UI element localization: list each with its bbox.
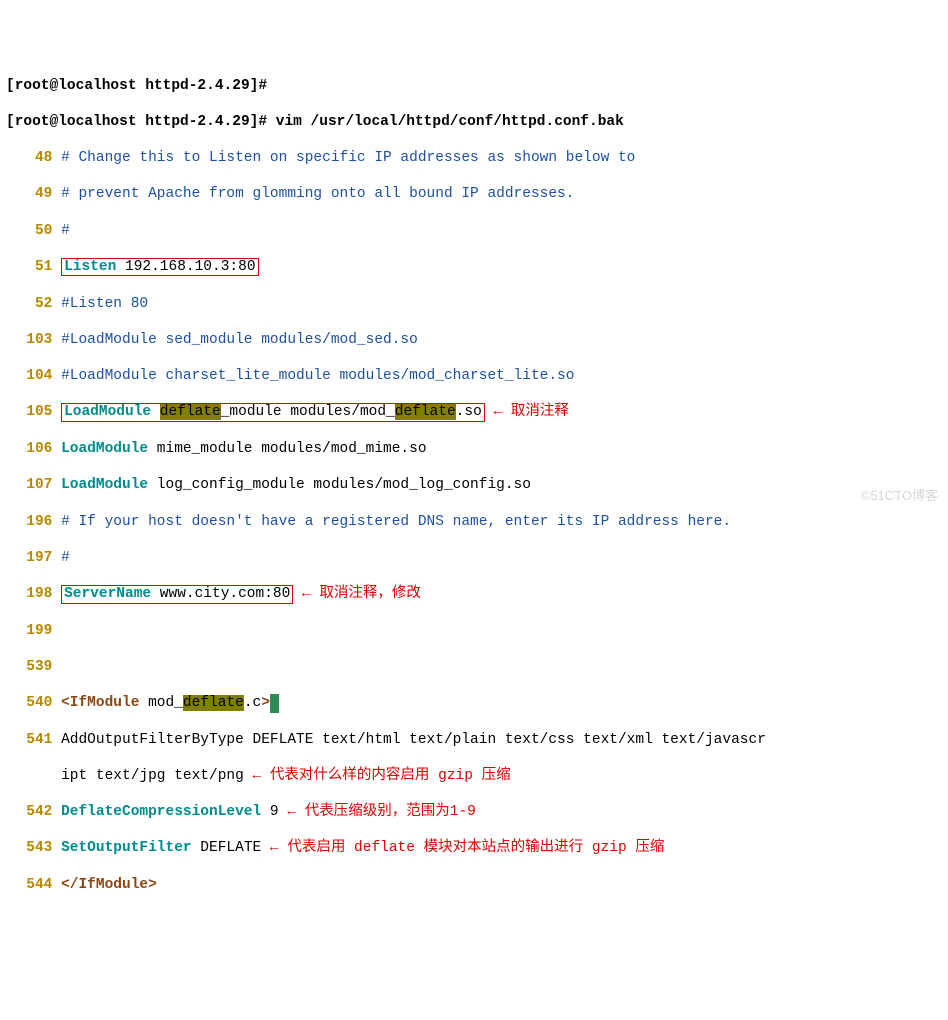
annotation-text: 代表压缩级别，范围为1-9 xyxy=(305,804,476,820)
comment-text: # If your host doesn't have a registered… xyxy=(61,514,731,530)
arrow-icon: ← xyxy=(279,804,305,820)
lineno: 199 xyxy=(6,622,52,640)
servername-value: www.city.com:80 xyxy=(151,586,290,602)
module-args: log_config_module modules/mod_log_config… xyxy=(148,477,531,493)
lineno: 540 xyxy=(6,694,52,712)
lineno: 105 xyxy=(6,403,52,421)
line-541: 541 AddOutputFilterByType DEFLATE text/ht… xyxy=(6,731,942,749)
directive-listen: Listen xyxy=(64,259,116,275)
line-543: 543 SetOutputFilter DEFLATE ← 代表启用 deflat… xyxy=(6,839,942,857)
directive-loadmodule: LoadModule xyxy=(61,441,148,457)
lineno: 541 xyxy=(6,731,52,749)
directive-loadmodule: LoadModule xyxy=(64,404,151,420)
cursor-icon xyxy=(270,694,279,712)
annotation-text: 代表对什么样的内容启用 gzip 压缩 xyxy=(270,768,511,784)
comment-text: #LoadModule charset_lite_module modules/… xyxy=(61,368,574,384)
value: 9 xyxy=(261,804,278,820)
annotation-text: 取消注释，修改 xyxy=(319,586,421,602)
module-args: mime_module modules/mod_mime.so xyxy=(148,441,426,457)
watermark: ©51CTO博客 xyxy=(861,488,938,504)
search-highlight: deflate xyxy=(160,404,221,420)
ifmodule-close-tag: </IfModule> xyxy=(61,877,157,893)
ifmodule-open-tag: <IfModule xyxy=(61,695,139,711)
line-539: 539 xyxy=(6,658,942,676)
highlight-box-loadmodule-deflate: LoadModule deflate_module modules/mod_de… xyxy=(61,403,485,422)
comment-text: # Change this to Listen on specific IP a… xyxy=(61,150,635,166)
listen-value: 192.168.10.3:80 xyxy=(116,259,255,275)
line-106: 106 LoadModule mime_module modules/mod_mi… xyxy=(6,440,942,458)
lineno: 542 xyxy=(6,803,52,821)
line-48: 48 # Change this to Listen on specific IP… xyxy=(6,149,942,167)
lineno: 107 xyxy=(6,476,52,494)
comment-text: #LoadModule sed_module modules/mod_sed.s… xyxy=(61,332,418,348)
lineno: 49 xyxy=(6,185,52,203)
lineno: 51 xyxy=(6,258,52,276)
shell-prompt-1: [root@localhost httpd-2.4.29]# xyxy=(6,77,942,95)
arrow-icon: ← xyxy=(293,586,319,602)
line-49: 49 # prevent Apache from glomming onto al… xyxy=(6,185,942,203)
line-540: 540<IfModule mod_deflate.c> xyxy=(6,694,942,712)
lineno: 48 xyxy=(6,149,52,167)
lineno: 52 xyxy=(6,295,52,313)
comment-text: # prevent Apache from glomming onto all … xyxy=(61,186,574,202)
search-highlight: deflate xyxy=(395,404,456,420)
annotation-text: 取消注释 xyxy=(511,404,569,420)
line-542: 542 DeflateCompressionLevel 9 ← 代表压缩级别，范围… xyxy=(6,803,942,821)
lineno: 539 xyxy=(6,658,52,676)
lineno: 544 xyxy=(6,876,52,894)
lineno: 196 xyxy=(6,513,52,531)
directive-servername: ServerName xyxy=(64,586,151,602)
highlight-box-listen: Listen 192.168.10.3:80 xyxy=(61,258,258,277)
lineno: 103 xyxy=(6,331,52,349)
line-544: 544 </IfModule> xyxy=(6,876,942,894)
line-107: 107 LoadModule log_config_module modules/… xyxy=(6,476,942,494)
line-50: 50 # xyxy=(6,222,942,240)
comment-text: #Listen 80 xyxy=(61,296,148,312)
arrow-icon: ← xyxy=(485,404,511,420)
code-text: AddOutputFilterByType DEFLATE text/html … xyxy=(61,732,766,748)
line-197: 197 # xyxy=(6,549,942,567)
directive-deflatecompressionlevel: DeflateCompressionLevel xyxy=(61,804,261,820)
directive-loadmodule: LoadModule xyxy=(61,477,148,493)
arrow-icon: ← xyxy=(261,840,287,856)
line-51: 51 Listen 192.168.10.3:80 xyxy=(6,258,942,277)
highlight-box-servername: ServerName www.city.com:80 xyxy=(61,585,293,604)
arrow-icon: ← xyxy=(244,768,270,784)
line-541-wrap: ipt text/jpg text/png ← 代表对什么样的内容启用 gzip… xyxy=(6,767,942,785)
annotation-text: 代表启用 deflate 模块对本站点的输出进行 gzip 压缩 xyxy=(287,840,664,856)
comment-text: # xyxy=(61,550,70,566)
line-52: 52 #Listen 80 xyxy=(6,295,942,313)
lineno: 104 xyxy=(6,367,52,385)
search-highlight: deflate xyxy=(183,695,244,711)
comment-text: # xyxy=(61,223,70,239)
line-105: 105 LoadModule deflate_module modules/mod… xyxy=(6,403,942,422)
directive-setoutputfilter: SetOutputFilter xyxy=(61,840,192,856)
value: DEFLATE xyxy=(192,840,262,856)
lineno: 198 xyxy=(6,585,52,603)
code-text: ipt text/jpg text/png xyxy=(61,768,244,784)
line-103: 103 #LoadModule sed_module modules/mod_se… xyxy=(6,331,942,349)
lineno: 197 xyxy=(6,549,52,567)
line-198: 198 ServerName www.city.com:80 ← 取消注释，修改 xyxy=(6,585,942,604)
line-104: 104 #LoadModule charset_lite_module modul… xyxy=(6,367,942,385)
lineno: 50 xyxy=(6,222,52,240)
line-199: 199 xyxy=(6,622,942,640)
line-196: 196 # If your host doesn't have a registe… xyxy=(6,513,942,531)
shell-prompt-2: [root@localhost httpd-2.4.29]# vim /usr/… xyxy=(6,113,942,131)
lineno: 106 xyxy=(6,440,52,458)
lineno: 543 xyxy=(6,839,52,857)
